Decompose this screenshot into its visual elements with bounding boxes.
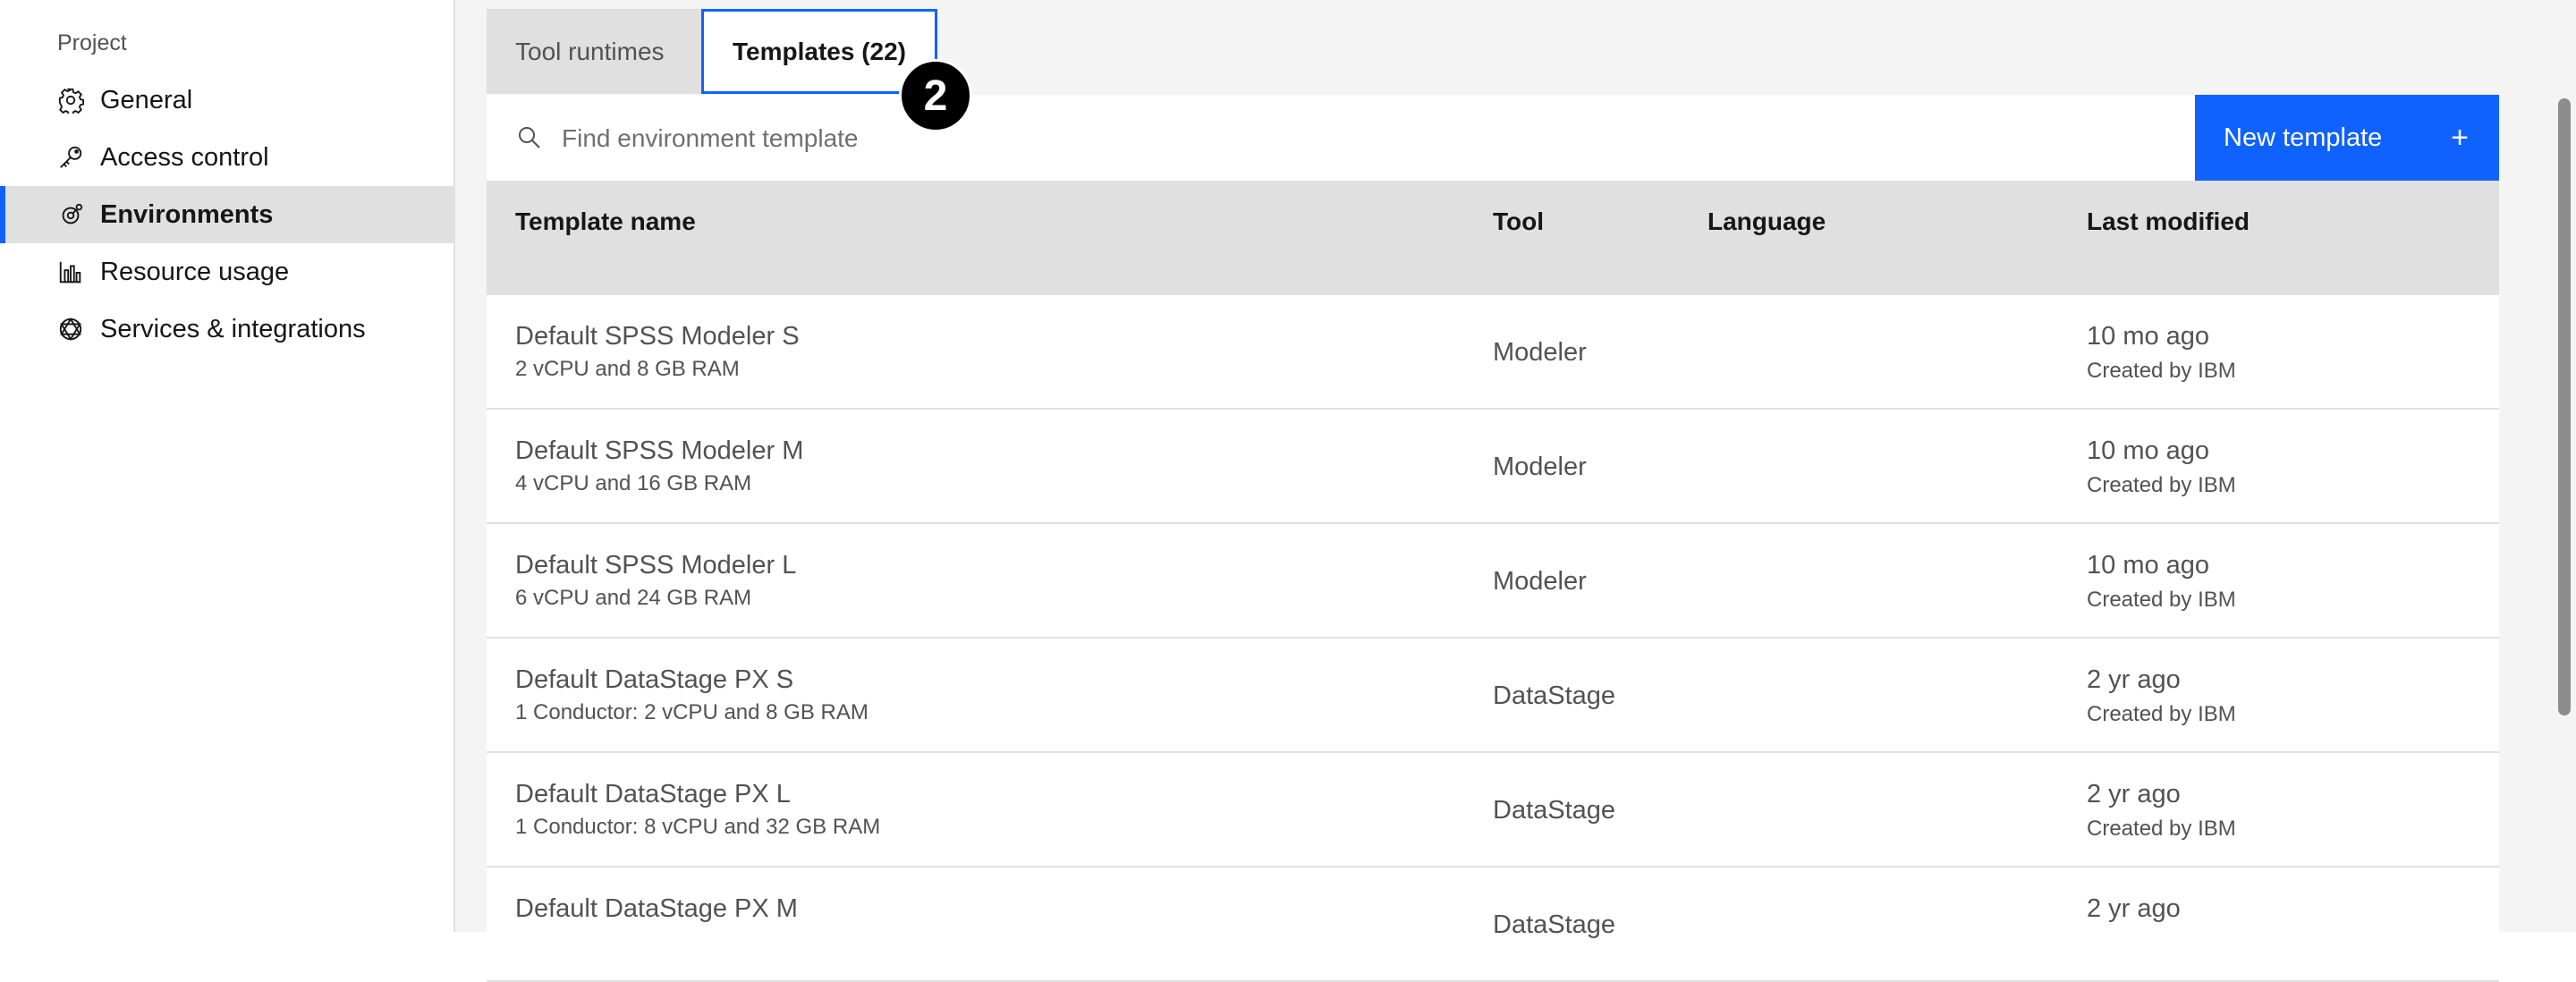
templates-table: Template name Tool Language Last modifie… bbox=[487, 181, 2499, 982]
sidebar-item-label: Services & integrations bbox=[100, 314, 366, 343]
template-modified: 10 mo ago bbox=[2087, 322, 2210, 351]
column-header-template-name[interactable]: Template name bbox=[515, 207, 696, 236]
search-icon bbox=[515, 123, 544, 152]
template-tool: Modeler bbox=[1493, 567, 1587, 596]
template-created-by: Created by IBM bbox=[2087, 473, 2236, 497]
sidebar-item-environments[interactable]: Environments bbox=[0, 186, 453, 243]
sidebar-item-services-integrations[interactable]: Services & integrations bbox=[0, 301, 453, 358]
table-row[interactable]: Default SPSS Modeler M 4 vCPU and 16 GB … bbox=[487, 410, 2499, 524]
environments-icon bbox=[57, 201, 84, 228]
table-row[interactable]: Default DataStage PX M DataStage 2 yr ag… bbox=[487, 868, 2499, 982]
gear-icon bbox=[57, 87, 84, 114]
table-row[interactable]: Default SPSS Modeler L 6 vCPU and 24 GB … bbox=[487, 524, 2499, 639]
template-name[interactable]: Default SPSS Modeler S bbox=[515, 322, 800, 351]
column-header-tool[interactable]: Tool bbox=[1493, 207, 1544, 236]
template-modified: 10 mo ago bbox=[2087, 551, 2210, 580]
template-spec: 1 Conductor: 8 vCPU and 32 GB RAM bbox=[515, 815, 881, 839]
main-content: Tool runtimes Templates (22) 2 New templ… bbox=[455, 0, 2576, 982]
key-icon bbox=[57, 144, 84, 171]
sidebar-item-resource-usage[interactable]: Resource usage bbox=[0, 243, 453, 301]
sidebar-item-general[interactable]: General bbox=[0, 72, 453, 129]
template-created-by: Created by IBM bbox=[2087, 817, 2236, 841]
step-badge: 2 bbox=[899, 59, 972, 132]
template-spec: 2 vCPU and 8 GB RAM bbox=[515, 357, 740, 381]
tab-list: Tool runtimes Templates (22) bbox=[487, 9, 937, 94]
sidebar-item-label: Access control bbox=[100, 142, 269, 172]
template-created-by: Created by IBM bbox=[2087, 588, 2236, 612]
template-tool: DataStage bbox=[1493, 910, 1616, 939]
toolbar: New template + bbox=[487, 95, 2499, 182]
template-tool: DataStage bbox=[1493, 796, 1616, 825]
services-icon bbox=[57, 316, 84, 343]
template-tool: Modeler bbox=[1493, 453, 1587, 481]
sidebar-nav: General Access control Environments Reso… bbox=[0, 72, 453, 358]
template-spec: 6 vCPU and 24 GB RAM bbox=[515, 586, 752, 610]
template-name[interactable]: Default DataStage PX S bbox=[515, 665, 869, 695]
template-modified: 2 yr ago bbox=[2087, 780, 2181, 808]
plus-icon: + bbox=[2451, 120, 2469, 155]
template-name[interactable]: Default SPSS Modeler M bbox=[515, 436, 803, 466]
sidebar-item-label: Environments bbox=[100, 199, 274, 229]
template-modified: 10 mo ago bbox=[2087, 436, 2210, 465]
sidebar-heading: Project bbox=[57, 30, 127, 55]
column-header-last-modified[interactable]: Last modified bbox=[2087, 207, 2250, 236]
search-input[interactable] bbox=[544, 95, 2174, 182]
template-created-by: Created by IBM bbox=[2087, 702, 2236, 726]
new-template-label: New template bbox=[2224, 123, 2383, 152]
table-row[interactable]: Default DataStage PX L 1 Conductor: 8 vC… bbox=[487, 753, 2499, 868]
template-spec: 4 vCPU and 16 GB RAM bbox=[515, 471, 752, 495]
sidebar-item-label: Resource usage bbox=[100, 257, 290, 286]
template-name[interactable]: Default SPSS Modeler L bbox=[515, 551, 796, 580]
scrollbar[interactable] bbox=[2558, 98, 2571, 715]
template-name[interactable]: Default DataStage PX L bbox=[515, 780, 880, 809]
sidebar: Project General Access control Environme… bbox=[0, 0, 455, 932]
template-name[interactable]: Default DataStage PX M bbox=[515, 894, 798, 924]
template-tool: DataStage bbox=[1493, 681, 1616, 710]
bar-chart-icon bbox=[57, 258, 84, 285]
table-header: Template name Tool Language Last modifie… bbox=[487, 181, 2499, 295]
template-spec: 1 Conductor: 2 vCPU and 8 GB RAM bbox=[515, 700, 869, 724]
tab-tool-runtimes[interactable]: Tool runtimes bbox=[487, 9, 701, 94]
new-template-button[interactable]: New template + bbox=[2195, 95, 2499, 181]
template-modified: 2 yr ago bbox=[2087, 665, 2181, 694]
sidebar-item-label: General bbox=[100, 85, 193, 114]
table-row[interactable]: Default DataStage PX S 1 Conductor: 2 vC… bbox=[487, 639, 2499, 753]
template-tool: Modeler bbox=[1493, 338, 1587, 367]
column-header-language[interactable]: Language bbox=[1707, 207, 1826, 236]
sidebar-item-access-control[interactable]: Access control bbox=[0, 129, 453, 186]
template-created-by: Created by IBM bbox=[2087, 359, 2236, 383]
template-modified: 2 yr ago bbox=[2087, 894, 2181, 923]
table-row[interactable]: Default SPSS Modeler S 2 vCPU and 8 GB R… bbox=[487, 295, 2499, 410]
